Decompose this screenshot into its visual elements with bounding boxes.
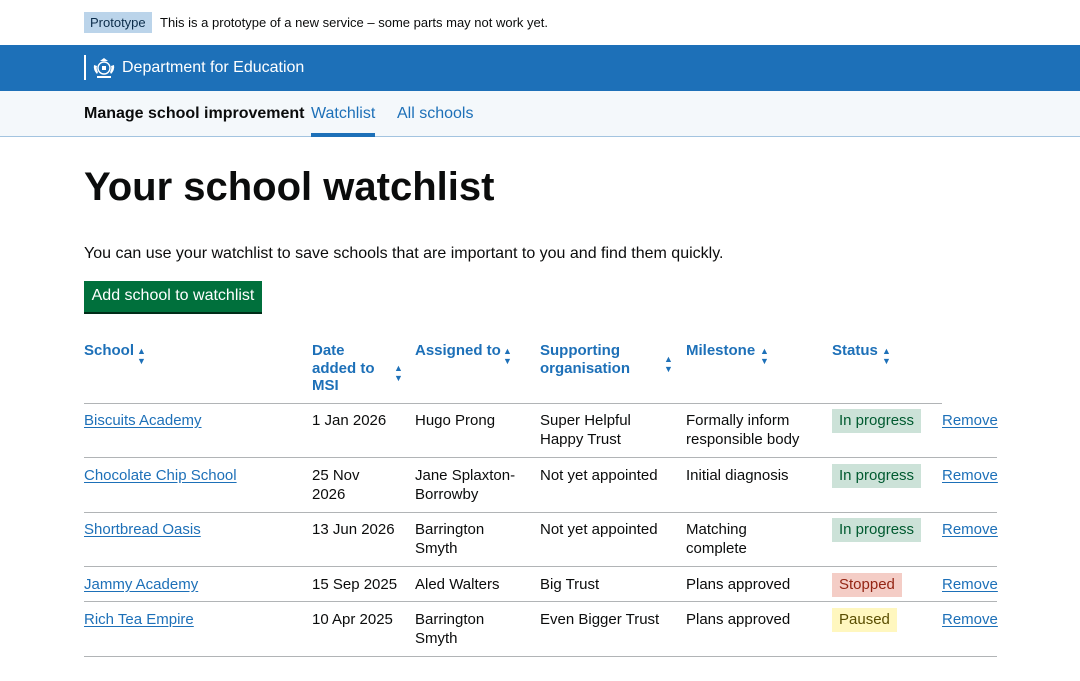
milestone: Formally inform — [686, 412, 790, 429]
column-header-milestone[interactable]: Milestone — [686, 342, 755, 360]
milestone: Initial diagnosis — [686, 467, 789, 484]
assigned-to: Barrington — [415, 611, 485, 628]
prototype-tag: Prototype — [84, 12, 152, 33]
phase-banner-message: This is a prototype of a new service – s… — [160, 15, 548, 30]
assigned-to: Aled Walters — [415, 576, 500, 593]
school-link[interactable]: Jammy Academy — [84, 575, 198, 595]
assigned-to: Barrington — [415, 521, 485, 538]
date-added: 1 Jan 2026 — [312, 412, 387, 429]
status-badge: In progress — [832, 464, 922, 488]
remove-link[interactable]: Remove — [942, 575, 998, 595]
column-header-supporting-line1: Supporting — [540, 342, 620, 359]
sort-arrows-icon[interactable]: ▲ ▼ — [760, 346, 769, 366]
date-added: 15 Sep 2025 — [312, 576, 398, 593]
assigned-to-line2: Borrowby — [415, 486, 479, 503]
date-added-line2: 2026 — [312, 486, 346, 503]
supporting-organisation: Big Trust — [540, 576, 600, 593]
site-header: Department for Education — [0, 45, 1080, 91]
sort-arrows-icon[interactable]: ▲ ▼ — [394, 363, 403, 383]
assigned-to: Hugo Prong — [415, 412, 496, 429]
remove-link[interactable]: Remove — [942, 411, 998, 431]
column-header-supporting-organisation[interactable]: Supporting organisation — [540, 342, 630, 377]
service-navigation: Manage school improvement Watchlist All … — [0, 91, 1080, 137]
sort-arrows-icon[interactable]: ▲ ▼ — [503, 346, 512, 366]
remove-link[interactable]: Remove — [942, 466, 998, 486]
row-divider — [84, 457, 997, 458]
column-header-date-line1: Date — [312, 342, 345, 359]
column-header-assigned-to[interactable]: Assigned to — [415, 342, 501, 360]
date-added: 13 Jun 2026 — [312, 521, 395, 538]
milestone-line2: complete — [686, 540, 747, 557]
column-header-school[interactable]: School — [84, 342, 134, 360]
row-divider — [84, 656, 997, 657]
supporting-organisation: Not yet appointed — [540, 521, 658, 538]
header-logo-bar — [84, 55, 86, 80]
column-header-status[interactable]: Status — [832, 342, 878, 360]
date-added: 25 Nov — [312, 467, 360, 484]
service-name[interactable]: Manage school improvement — [84, 104, 305, 124]
sort-arrows-icon[interactable]: ▲ ▼ — [137, 346, 146, 366]
page-intro: You can use your watchlist to save schoo… — [84, 245, 724, 262]
school-link[interactable]: Chocolate Chip School — [84, 466, 237, 486]
assigned-to-line2: Smyth — [415, 540, 458, 557]
column-header-supporting-line2: organisation — [540, 359, 631, 377]
school-link[interactable]: Shortbread Oasis — [84, 520, 201, 540]
status-badge: In progress — [832, 409, 922, 433]
phase-banner: Prototype This is a prototype of a new s… — [0, 0, 1080, 45]
school-link[interactable]: Rich Tea Empire — [84, 610, 194, 630]
department-name[interactable]: Department for Education — [122, 57, 304, 79]
status-badge: Stopped — [832, 573, 902, 597]
page-title: Your school watchlist — [84, 165, 495, 209]
row-divider — [84, 566, 997, 567]
row-divider — [84, 512, 997, 513]
assigned-to: Jane Splaxton- — [415, 467, 516, 484]
date-added: 10 Apr 2025 — [312, 611, 393, 628]
sort-arrows-icon[interactable]: ▲ ▼ — [882, 346, 891, 366]
status-badge: In progress — [832, 518, 922, 542]
column-header-date-line2: added to — [312, 359, 375, 377]
supporting-organisation: Not yet appointed — [540, 467, 658, 484]
sort-arrows-icon[interactable]: ▲ ▼ — [664, 354, 673, 374]
milestone-line2: responsible body — [686, 431, 800, 448]
milestone: Plans approved — [686, 611, 791, 628]
milestone: Matching — [686, 521, 747, 538]
row-divider — [84, 601, 997, 602]
royal-crest-icon — [93, 58, 115, 78]
nav-item-all-schools[interactable]: All schools — [397, 104, 473, 124]
column-header-date-added[interactable]: Date added to MSI — [312, 342, 375, 395]
remove-link[interactable]: Remove — [942, 610, 998, 630]
remove-link[interactable]: Remove — [942, 520, 998, 540]
column-header-date-line3: MSI — [312, 377, 339, 394]
supporting-organisation-line2: Happy Trust — [540, 431, 621, 448]
assigned-to-line2: Smyth — [415, 630, 458, 647]
supporting-organisation: Even Bigger Trust — [540, 611, 660, 628]
table-header-divider — [84, 403, 942, 404]
school-link[interactable]: Biscuits Academy — [84, 411, 202, 431]
add-school-button[interactable]: Add school to watchlist — [84, 281, 262, 312]
milestone: Plans approved — [686, 576, 791, 593]
nav-item-watchlist[interactable]: Watchlist — [311, 104, 376, 137]
supporting-organisation: Super Helpful — [540, 412, 631, 429]
status-badge: Paused — [832, 608, 897, 632]
